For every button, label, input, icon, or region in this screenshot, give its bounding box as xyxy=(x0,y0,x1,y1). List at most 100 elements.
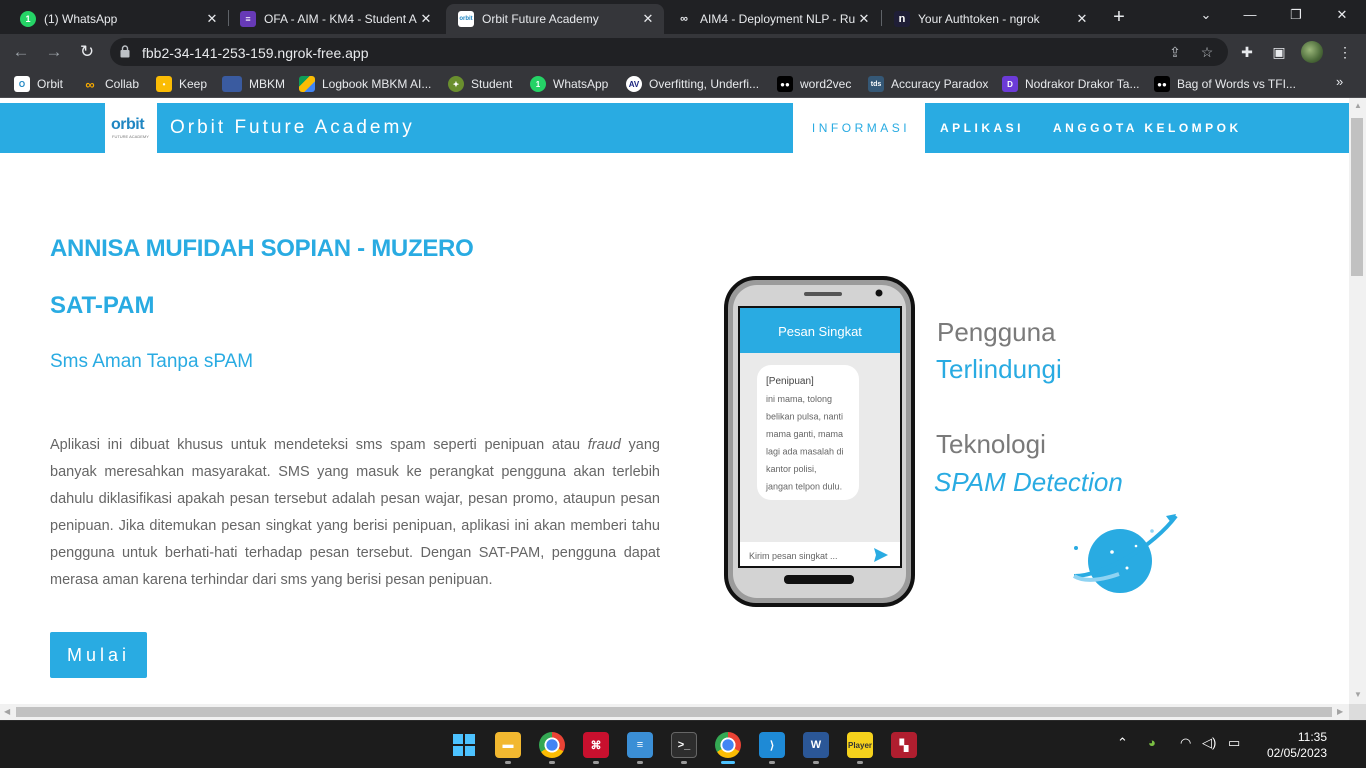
vertical-scroll-thumb[interactable] xyxy=(1351,118,1363,276)
window-close-button[interactable]: ✕ xyxy=(1320,4,1364,26)
close-icon[interactable]: ✕ xyxy=(1074,11,1090,27)
vscode-icon[interactable]: ⟩ xyxy=(759,732,785,758)
site-brand[interactable]: Orbit Future Academy xyxy=(170,117,415,139)
extensions-icon[interactable]: ✚ xyxy=(1237,42,1257,62)
share-icon[interactable]: ⇪ xyxy=(1166,44,1184,60)
bookmark-bow[interactable]: ●● Bag of Words vs TFI... xyxy=(1154,75,1296,93)
menu-icon[interactable]: ⋮ xyxy=(1335,42,1355,62)
site-logo[interactable]: orbit FUTURE ACADEMY xyxy=(105,103,157,153)
tray-chevron-icon[interactable]: ⌃ xyxy=(1117,735,1128,751)
bookmark-accuracy[interactable]: tds Accuracy Paradox xyxy=(868,75,988,93)
running-indicator xyxy=(637,761,643,764)
home-button xyxy=(784,575,854,584)
bookmark-orbit[interactable]: O Orbit xyxy=(14,75,63,93)
close-icon[interactable]: ✕ xyxy=(204,11,220,27)
tab-strip: 1 (1) WhatsApp ✕ ≡ OFA - AIM - KM4 - Stu… xyxy=(0,0,1366,34)
form-icon: ≡ xyxy=(240,11,256,27)
scrollbar-corner xyxy=(1349,704,1366,720)
new-tab-button[interactable]: + xyxy=(1108,6,1130,28)
forward-button[interactable]: → xyxy=(43,41,65,63)
message-line: ini mama, tolong xyxy=(766,394,832,404)
chrome-profile-icon[interactable] xyxy=(715,732,741,758)
address-bar[interactable]: fbb2-34-141-253-159.ngrok-free.app ⇪ ☆ xyxy=(110,38,1228,66)
app-tagline: Sms Aman Tanpa sPAM xyxy=(50,351,254,372)
message-line: kantor polisi, xyxy=(766,464,817,474)
bookmark-overfitting[interactable]: AV Overfitting, Underfi... xyxy=(626,75,759,93)
potplayer-icon[interactable]: Player xyxy=(847,732,873,758)
message-sender: [Penipuan] xyxy=(766,376,814,387)
site-navbar: orbit FUTURE ACADEMY Orbit Future Academ… xyxy=(0,103,1349,153)
drive-icon xyxy=(299,76,315,92)
windows-taskbar: ▬ ⌘ ≡ >_ ⟩ W Player ▚ ⌃ ◕ ◠ ◁) ▭ 11:35 0… xyxy=(0,720,1366,768)
acrobat-icon[interactable]: ⌘ xyxy=(583,732,609,758)
illus-text-spam-detection: SPAM Detection xyxy=(934,467,1123,497)
scroll-left-arrow[interactable]: ◀ xyxy=(4,707,10,716)
tab-whatsapp[interactable]: 1 (1) WhatsApp ✕ xyxy=(8,4,228,34)
battery-icon[interactable]: ▭ xyxy=(1228,735,1240,751)
running-indicator xyxy=(813,761,819,764)
running-indicator xyxy=(681,761,687,764)
bookmark-whatsapp[interactable]: 1 WhatsApp xyxy=(530,75,608,93)
nav-anggota-kelompok[interactable]: ANGGOTA KELOMPOK xyxy=(1053,103,1242,153)
tab-ngrok[interactable]: n Your Authtoken - ngrok ✕ xyxy=(882,4,1098,34)
bookmark-logbook[interactable]: Logbook MBKM AI... xyxy=(299,75,431,93)
browser-toolbar: ← → ↻ fbb2-34-141-253-159.ngrok-free.app… xyxy=(0,34,1366,70)
bookmarks-overflow-button[interactable]: » xyxy=(1336,74,1343,89)
message-line: lagi ada masalah di xyxy=(766,447,844,457)
app-description: Aplikasi ini dibuat khusus untuk mendete… xyxy=(50,437,660,588)
scroll-up-arrow[interactable]: ▲ xyxy=(1354,101,1362,110)
word-icon[interactable]: W xyxy=(803,732,829,758)
start-button[interactable]: Mulai xyxy=(50,632,147,678)
chrome-icon[interactable] xyxy=(539,732,565,758)
volume-icon[interactable]: ◁) xyxy=(1202,735,1216,751)
minimize-button[interactable]: — xyxy=(1228,4,1272,26)
illus-text-teknologi: Teknologi xyxy=(936,429,1046,459)
running-indicator xyxy=(769,761,775,764)
colab-icon: ∞ xyxy=(680,13,688,25)
tab-title: Your Authtoken - ngrok xyxy=(918,12,1040,26)
illus-text-pengguna: Pengguna xyxy=(937,317,1056,347)
system-clock[interactable]: 11:35 02/05/2023 xyxy=(1255,729,1327,761)
bookmark-collab[interactable]: ∞ Collab xyxy=(82,75,139,93)
notepad-icon[interactable]: ≡ xyxy=(627,732,653,758)
mendeley-icon[interactable]: ▚ xyxy=(891,732,917,758)
tab-colab[interactable]: ∞ AIM4 - Deployment NLP - Ru ✕ xyxy=(664,4,880,34)
nav-aplikasi[interactable]: APLIKASI xyxy=(940,103,1024,153)
profile-avatar[interactable] xyxy=(1301,41,1323,63)
bookmark-nodrakor[interactable]: D Nodrakor Drakor Ta... xyxy=(1002,75,1140,93)
bookmark-student[interactable]: ✦ Student xyxy=(448,75,512,93)
bookmark-word2vec[interactable]: ●● word2vec xyxy=(777,75,851,93)
tab-orbit-active[interactable]: orbit Orbit Future Academy ✕ xyxy=(446,4,664,34)
tab-title: (1) WhatsApp xyxy=(44,12,118,26)
bookmark-keep[interactable]: • Keep xyxy=(156,75,207,93)
close-icon[interactable]: ✕ xyxy=(418,11,434,27)
close-icon[interactable]: ✕ xyxy=(640,11,656,27)
restore-button[interactable]: ❐ xyxy=(1274,4,1318,26)
wifi-icon[interactable]: ◠ xyxy=(1180,735,1191,751)
bookmark-mbkm[interactable]: MBKM xyxy=(222,75,285,93)
colab-icon: ∞ xyxy=(85,76,95,92)
clock-date: 02/05/2023 xyxy=(1266,746,1327,760)
nav-informasi[interactable]: INFORMASI xyxy=(793,103,925,153)
page-viewport: orbit FUTURE ACADEMY Orbit Future Academ… xyxy=(0,98,1349,704)
tray-app-icon[interactable]: ◕ xyxy=(1148,735,1156,750)
close-icon[interactable]: ✕ xyxy=(856,11,872,27)
scroll-right-arrow[interactable]: ▶ xyxy=(1337,707,1343,716)
whatsapp-icon: 1 xyxy=(20,11,36,27)
horizontal-scrollbar[interactable]: ◀ ▶ xyxy=(0,704,1349,720)
scroll-down-arrow[interactable]: ▼ xyxy=(1354,690,1362,699)
tab-search-button[interactable]: ⌄ xyxy=(1184,4,1228,26)
terminal-icon[interactable]: >_ xyxy=(671,732,697,758)
author-name: ANNISA MUFIDAH SOPIAN - MUZERO xyxy=(50,235,474,262)
horizontal-scroll-thumb[interactable] xyxy=(16,707,1332,717)
vertical-scrollbar[interactable]: ▲ ▼ xyxy=(1349,98,1366,704)
bookmark-star-icon[interactable]: ☆ xyxy=(1198,44,1216,60)
start-icon[interactable] xyxy=(451,732,477,758)
tab-ofa-form[interactable]: ≡ OFA - AIM - KM4 - Student A ✕ xyxy=(228,4,442,34)
running-indicator xyxy=(549,761,555,764)
tds-icon: tds xyxy=(868,76,884,92)
file-explorer-icon[interactable]: ▬ xyxy=(495,732,521,758)
reload-button[interactable]: ↻ xyxy=(76,41,98,63)
side-panel-icon[interactable]: ▣ xyxy=(1269,42,1289,62)
back-button[interactable]: ← xyxy=(10,41,32,63)
